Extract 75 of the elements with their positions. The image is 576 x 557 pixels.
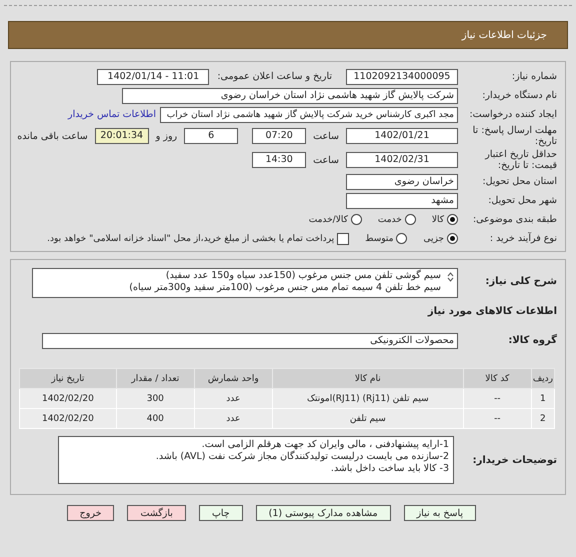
scroll-arrows-icon[interactable] bbox=[447, 272, 454, 282]
table-cell: 1 bbox=[531, 388, 554, 408]
table-cell: سیم تلفن bbox=[272, 408, 464, 428]
field-label: تاریخ و ساعت اعلان عمومی: bbox=[217, 71, 332, 82]
field-label: گروه کالا: bbox=[507, 335, 557, 346]
radio-button[interactable] bbox=[447, 214, 458, 225]
option-label: متوسط bbox=[365, 234, 394, 244]
validity-date-field: 1402/02/31 bbox=[346, 152, 458, 168]
city-field: مشهد bbox=[346, 192, 458, 208]
option-label: خدمت bbox=[378, 214, 402, 224]
column-header: تاریخ نیاز bbox=[20, 368, 116, 388]
summary-line: سیم خط تلفن 4 سیمه تمام مس جنس مرغوب (100متر سفید و300متر سیاه) bbox=[128, 282, 441, 294]
option-label: جزیی bbox=[423, 234, 444, 244]
notes-line: 2-سازنده می بایست درلیست تولیدکنندگان مجاز شرکت نفت (AVL) باشد. bbox=[154, 451, 449, 463]
time-label: ساعت bbox=[313, 130, 339, 142]
field-label: شماره نیاز: bbox=[510, 71, 557, 82]
radio-button[interactable] bbox=[404, 214, 416, 225]
column-header: کد کالا bbox=[463, 368, 532, 388]
remaining-time-field: 20:01:34 bbox=[94, 128, 149, 144]
radio-button[interactable] bbox=[396, 233, 408, 244]
summary-textarea[interactable]: سیم گوشی تلفن مس جنس مرغوب (150عدد سیاه و150 عدد سفید) سیم خط تلفن 4 سیمه تمام مس جنس مرغوب (100متر سفید و300متر سیاه) bbox=[32, 268, 458, 298]
option-label: کالا/خدمت bbox=[308, 214, 348, 224]
buyer-field: شرکت پالایش گاز شهید هاشمی نژاد استان خراسان رضوی bbox=[122, 88, 458, 104]
radio-button[interactable] bbox=[350, 214, 362, 225]
buyer-contact-link[interactable]: اطلاعات تماس خریدار bbox=[68, 109, 156, 120]
action-button[interactable]: چاپ bbox=[198, 505, 243, 521]
action-button[interactable]: بازگشت bbox=[127, 505, 186, 521]
table-cell: عدد bbox=[194, 388, 272, 408]
checkbox[interactable] bbox=[337, 232, 350, 244]
days-label: روز و bbox=[156, 130, 178, 142]
notes-line: 3- کالا باید ساخت داخل باشد. bbox=[330, 463, 449, 475]
action-button[interactable]: خروج bbox=[66, 505, 114, 521]
column-header: واحد شمارش bbox=[194, 368, 272, 388]
province-field: خراسان رضوی bbox=[346, 174, 458, 190]
deadline-time-field: 07:20 bbox=[252, 128, 306, 144]
time-label: ساعت bbox=[313, 154, 339, 166]
checkbox-label: پرداخت تمام یا بخشی از مبلغ خرید،از محل "اسناد خزانه اسلامی" خواهد بود. bbox=[47, 234, 334, 244]
creator-field: مجد اکبری کارشناس خرید شرکت پالایش گاز شهید هاشمی نژاد استان خراب bbox=[160, 106, 458, 122]
table-cell: 2 bbox=[531, 408, 554, 428]
action-button[interactable]: مشاهده مدارک پیوستی (1) bbox=[256, 505, 391, 521]
field-label: ایجاد کننده درخواست: bbox=[468, 109, 557, 120]
table-cell: عدد bbox=[194, 408, 272, 428]
notes-line: 1-ارایه پیشنهادفنی ، مالی وایران کد جهت هرقلم الزامی است. bbox=[200, 439, 449, 450]
radio-button[interactable] bbox=[447, 233, 458, 244]
table-cell: 400 bbox=[116, 408, 194, 428]
column-header: ردیف bbox=[531, 368, 554, 388]
field-label: استان محل تحویل: bbox=[481, 176, 557, 187]
field-label: نام دستگاه خریدار: bbox=[481, 90, 557, 101]
column-header: نام کالا bbox=[272, 368, 464, 388]
field-label: نوع فرآیند خرید : bbox=[488, 233, 557, 244]
remaining-label: ساعت باقی مانده bbox=[17, 130, 88, 142]
need-number-field: 1102092134000095 bbox=[346, 68, 458, 84]
goods-group-field: محصولات الکترونیکی bbox=[42, 332, 458, 348]
page-title: جزئیات اطلاعات نیاز bbox=[462, 30, 547, 40]
table-cell: 1402/02/20 bbox=[20, 388, 116, 408]
table-cell: سیم تلفن (Rj11) (RJ11)امونتک bbox=[272, 388, 464, 408]
announce-date-field: 1402/01/14 - 11:01 bbox=[97, 68, 210, 84]
field-label: توضیحات خریدار: bbox=[472, 454, 557, 466]
field-label: حداقل تاریخ اعتبار قیمت: تا تاریخ: bbox=[484, 148, 557, 172]
field-label: مهلت ارسال پاسخ: تا تاریخ: bbox=[472, 124, 557, 148]
action-button[interactable]: پاسخ به نیاز bbox=[404, 505, 476, 521]
table-cell: -- bbox=[463, 388, 532, 408]
table-cell: -- bbox=[463, 408, 532, 428]
table-cell: 300 bbox=[116, 388, 194, 408]
summary-line: سیم گوشی تلفن مس جنس مرغوب (150عدد سیاه و150 عدد سفید) bbox=[164, 270, 441, 282]
section-heading: اطلاعات کالاهای مورد نیاز bbox=[426, 305, 558, 319]
table-cell: 1402/02/20 bbox=[20, 408, 116, 428]
days-field: 6 bbox=[184, 128, 238, 144]
deadline-date-field: 1402/01/21 bbox=[346, 128, 458, 144]
field-label: طبقه بندی موضوعی: bbox=[472, 214, 557, 225]
column-header: تعداد / مقدار bbox=[116, 368, 194, 388]
field-label: شرح کلی نیاز: bbox=[484, 275, 557, 287]
option-label: کالا bbox=[432, 214, 444, 224]
field-label: شهر محل تحویل: bbox=[487, 195, 557, 206]
validity-time-field: 14:30 bbox=[252, 152, 306, 168]
